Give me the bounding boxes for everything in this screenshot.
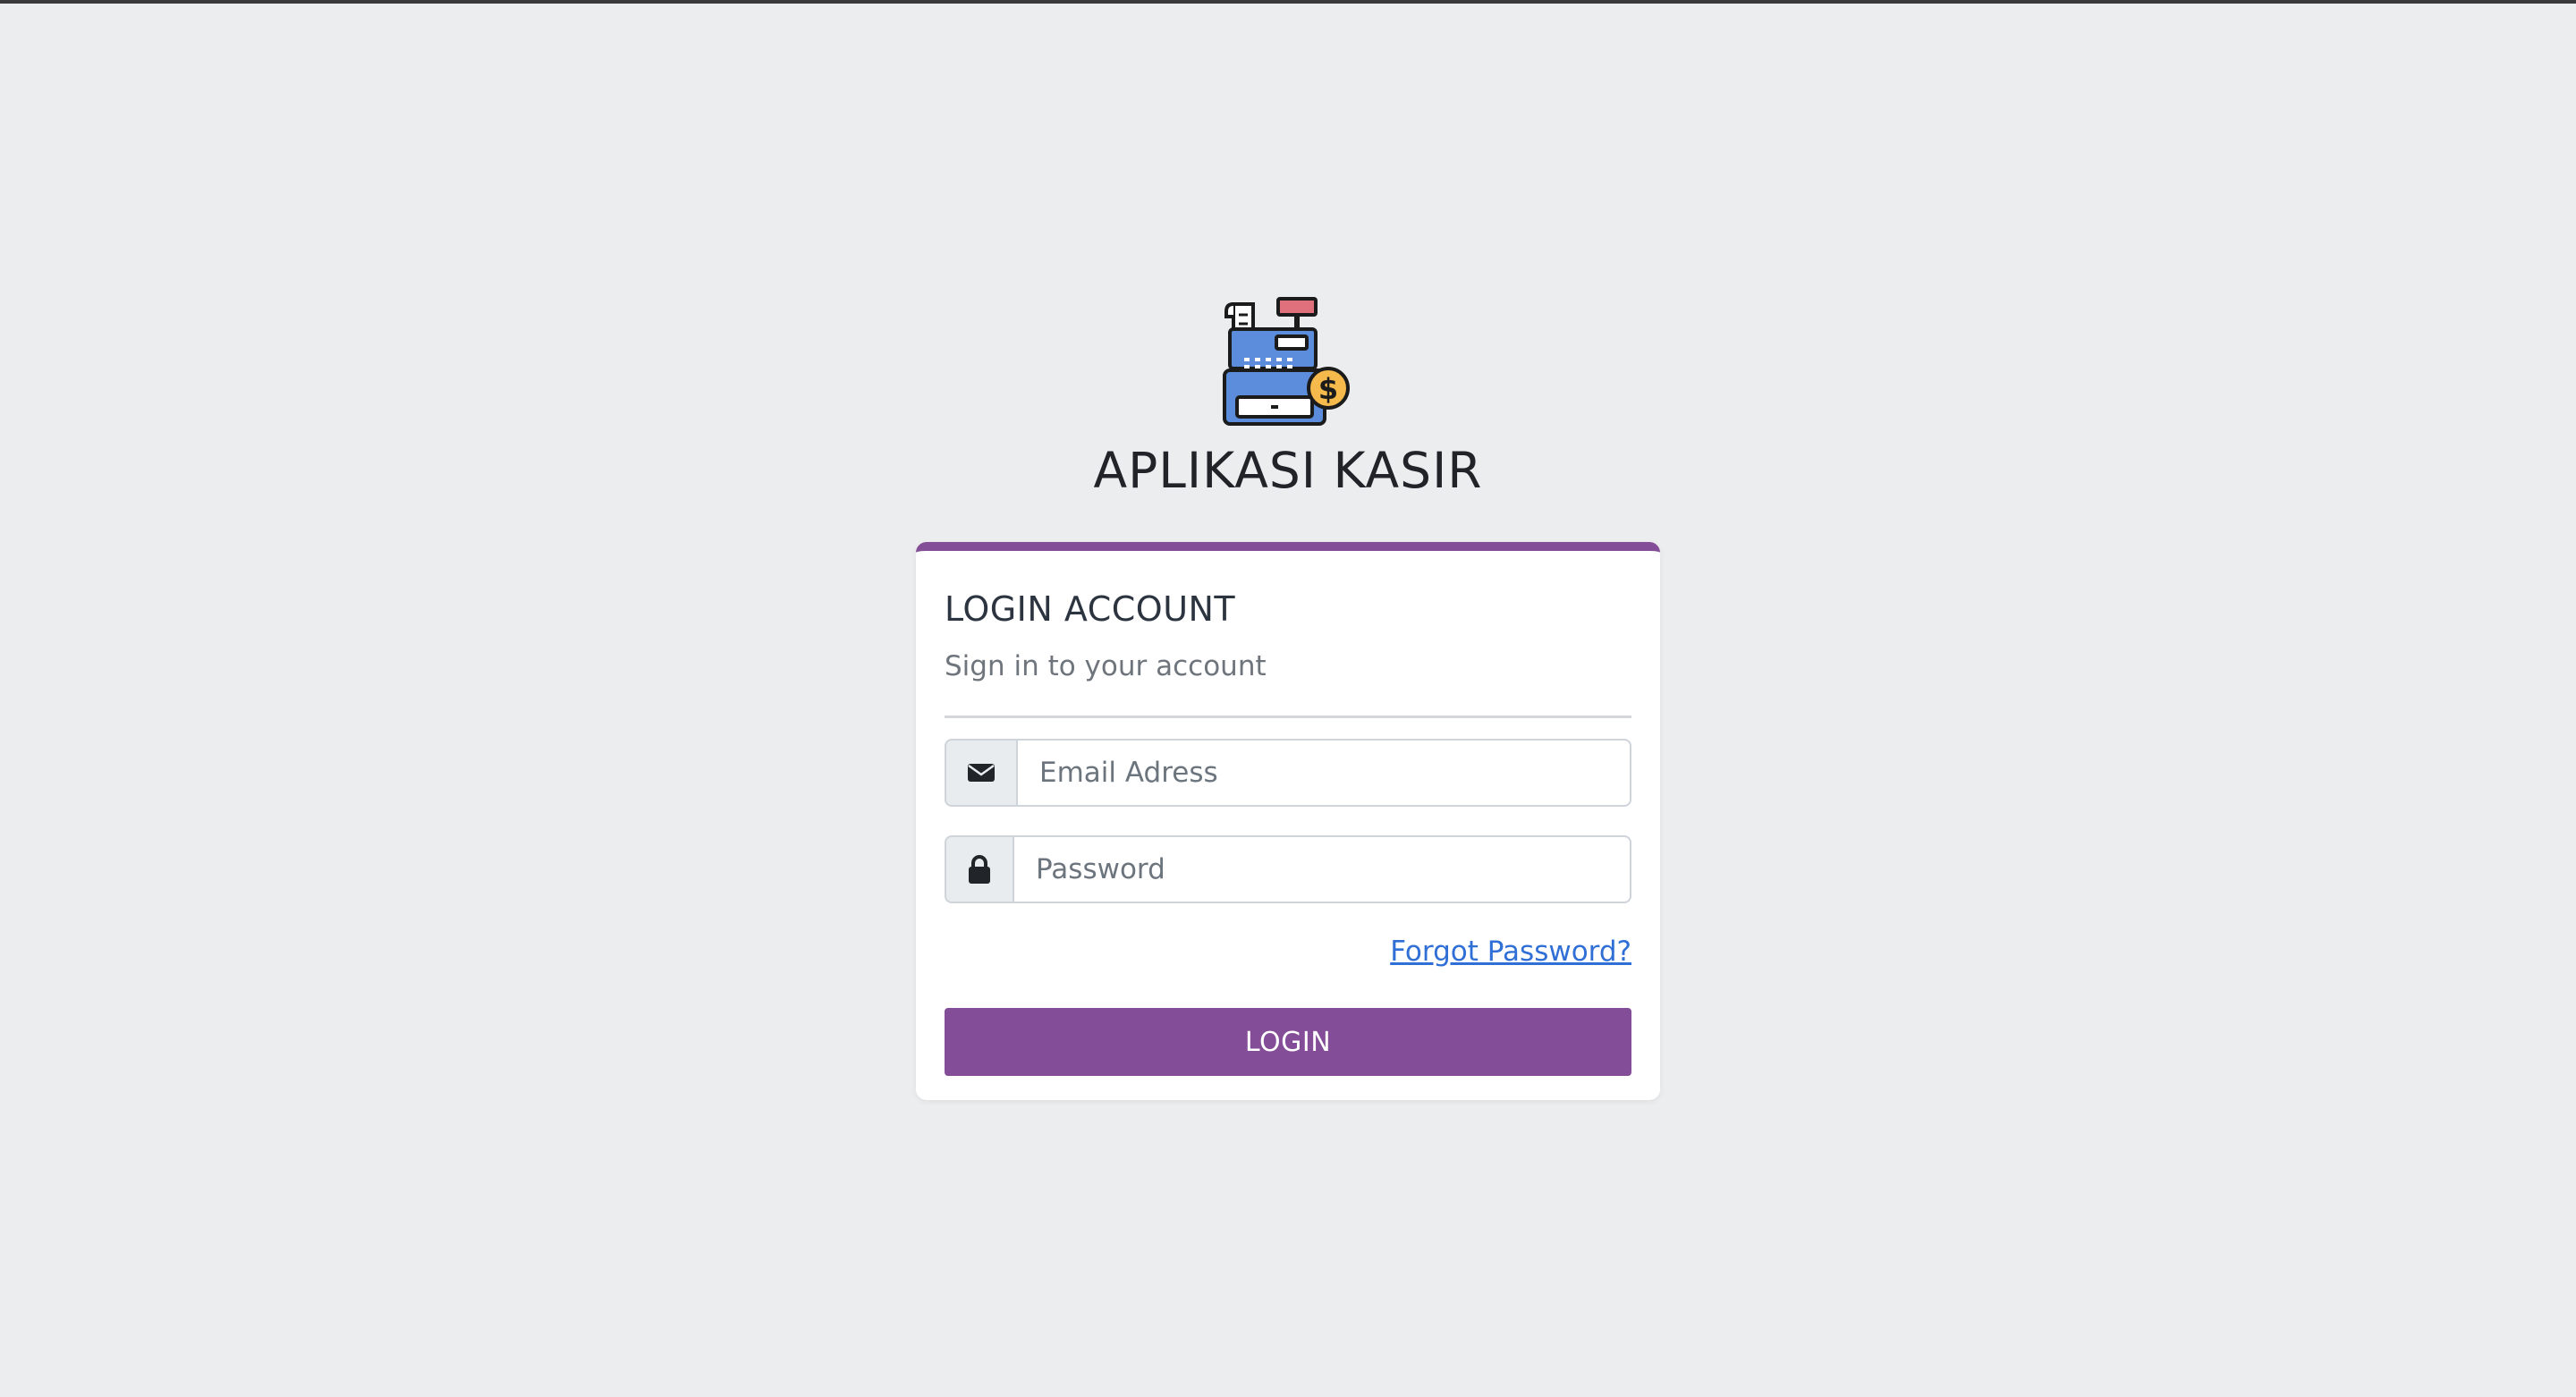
- divider: [945, 715, 1631, 718]
- card-title: LOGIN ACCOUNT: [945, 589, 1236, 629]
- envelope-icon: [945, 739, 1016, 807]
- email-input[interactable]: [1016, 739, 1631, 807]
- cash-register-icon: $: [1223, 297, 1350, 426]
- svg-text:$: $: [1318, 372, 1338, 406]
- email-field-group: [945, 739, 1631, 807]
- window-top-border: [0, 0, 2576, 4]
- forgot-password-link[interactable]: Forgot Password?: [1390, 936, 1631, 968]
- card-subtitle: Sign in to your account: [945, 650, 1267, 682]
- password-input[interactable]: [1013, 835, 1631, 903]
- app-title: APLIKASI KASIR: [1093, 442, 1483, 499]
- login-button[interactable]: LOGIN: [945, 1008, 1631, 1076]
- password-field-group: [945, 835, 1631, 903]
- lock-icon: [945, 835, 1013, 903]
- brand-header: $ APLIKASI KASIR: [0, 295, 2576, 499]
- login-card: LOGIN ACCOUNT Sign in to your account Fo…: [916, 542, 1660, 1100]
